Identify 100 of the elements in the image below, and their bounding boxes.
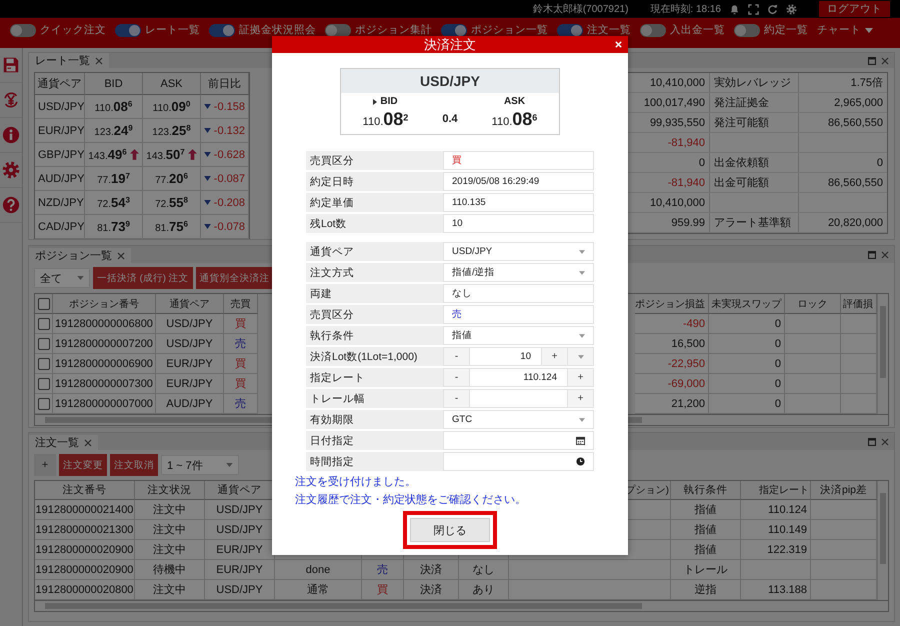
toggle-switch[interactable] xyxy=(10,24,36,36)
table-cell: 0 xyxy=(799,153,887,173)
close-button[interactable]: 閉じる xyxy=(410,518,490,542)
scrollbar[interactable] xyxy=(877,481,888,600)
table-cell xyxy=(785,394,841,414)
maximize-icon[interactable] xyxy=(868,438,876,446)
checkbox[interactable] xyxy=(38,318,50,330)
calendar-icon[interactable] xyxy=(576,436,585,445)
column-header: BID xyxy=(85,73,143,95)
table-cell: 注文中 xyxy=(135,500,205,520)
toggle-switch[interactable] xyxy=(640,24,666,36)
table-cell: 86,560,550 xyxy=(799,113,887,133)
table-cell: USD/JPY xyxy=(35,95,85,119)
table-cell: 買 xyxy=(224,354,258,374)
save-icon[interactable] xyxy=(2,56,20,74)
panel-tab[interactable]: 注文一覧 xyxy=(29,435,98,450)
refresh-icon[interactable] xyxy=(767,4,778,14)
panel-tab[interactable]: ポジション一覧 xyxy=(29,248,131,263)
info-icon[interactable] xyxy=(2,126,20,144)
table-cell: 1912800000007200 xyxy=(53,334,156,354)
caret-icon xyxy=(77,276,84,280)
close-icon[interactable] xyxy=(84,438,92,446)
toggle-label: クイック注文 xyxy=(40,23,106,37)
toggle-switch[interactable] xyxy=(325,24,351,36)
scrollbar[interactable] xyxy=(877,294,888,414)
close-icon[interactable] xyxy=(95,56,103,64)
checkbox[interactable] xyxy=(38,358,50,370)
table-cell: 実効レバレッジ xyxy=(709,73,799,93)
close-icon[interactable] xyxy=(117,252,125,260)
yen-icon[interactable] xyxy=(2,91,20,109)
table-cell: 買 xyxy=(362,580,404,600)
dropdown[interactable]: GTC xyxy=(443,410,594,429)
close-icon[interactable] xyxy=(881,250,889,258)
field-value: 10 xyxy=(443,214,594,233)
toggle-label: 注文一覧 xyxy=(587,23,631,37)
filter-dropdown[interactable]: 全て xyxy=(34,268,90,288)
toggle-switch[interactable] xyxy=(115,24,141,36)
down-triangle-icon xyxy=(204,200,211,205)
scrollbar[interactable] xyxy=(34,600,889,612)
toggle-switch[interactable] xyxy=(209,24,235,36)
table-cell xyxy=(841,374,877,394)
logout-button[interactable]: ログアウト xyxy=(819,1,890,17)
table-cell xyxy=(785,374,841,394)
ask-rate: 77.20$^{6}$ xyxy=(155,171,188,186)
table-cell: NZD/JPY xyxy=(35,191,85,215)
bell-icon[interactable] xyxy=(729,4,740,14)
toggle-switch[interactable] xyxy=(734,24,760,36)
table-cell xyxy=(841,314,877,334)
bid-rate: 77.19$^{7}$ xyxy=(97,171,130,186)
close-icon[interactable] xyxy=(881,438,889,446)
table-cell: 買 xyxy=(224,314,258,334)
field-label: 売買区分 xyxy=(306,151,443,170)
table-cell: 1912800000020900 xyxy=(35,560,135,580)
table-cell: 注文中 xyxy=(135,580,205,600)
column-header: ポジション損益 xyxy=(635,294,709,314)
add-button[interactable]: + xyxy=(34,454,56,476)
change-value: -0.158 xyxy=(214,100,245,112)
table-cell: EUR/JPY xyxy=(205,560,275,580)
table-cell: 122.319 xyxy=(741,540,811,560)
column-header: 売買 xyxy=(224,294,258,314)
close-icon[interactable] xyxy=(881,56,889,64)
clock-icon[interactable] xyxy=(576,457,585,466)
column-header: 執行条件 xyxy=(671,481,741,500)
settings-icon[interactable] xyxy=(2,161,20,179)
field-label: 決済Lot数(1Lot=1,000) xyxy=(306,347,443,366)
time-field[interactable] xyxy=(443,452,594,471)
field-value: 買 xyxy=(443,151,594,170)
table-cell: USD/JPY xyxy=(205,520,275,540)
table-cell: 指値 xyxy=(671,500,741,520)
dropdown[interactable]: 指値 xyxy=(443,326,594,345)
field-value: 売 xyxy=(443,305,594,324)
table-cell xyxy=(811,560,877,580)
table-cell: GBP/JPY xyxy=(35,143,85,167)
table-cell: 1912800000021400 xyxy=(35,500,135,520)
checkbox[interactable] xyxy=(38,338,50,350)
maximize-icon[interactable] xyxy=(868,56,876,64)
dropdown[interactable]: USD/JPY xyxy=(443,242,594,261)
fullscreen-icon[interactable] xyxy=(748,4,759,14)
dropdown[interactable]: 指値/逆指 xyxy=(443,263,594,282)
down-triangle-icon xyxy=(204,128,211,133)
checkbox[interactable] xyxy=(38,398,50,410)
field-label: 指定レート xyxy=(306,368,443,387)
toggle-switch[interactable] xyxy=(557,24,583,36)
table-cell: USD/JPY xyxy=(156,314,224,334)
help-icon[interactable] xyxy=(2,196,20,214)
maximize-icon[interactable] xyxy=(868,250,876,258)
table-cell: 注文中 xyxy=(135,520,205,540)
caret-icon xyxy=(865,28,873,32)
panel-tab[interactable]: レート一覧 xyxy=(29,53,109,68)
checkbox[interactable] xyxy=(38,378,50,390)
table-cell: 売 xyxy=(224,334,258,354)
table-cell: 指値 xyxy=(671,540,741,560)
table-cell: 110.124 xyxy=(741,500,811,520)
column-header: ポジション番号 xyxy=(53,294,156,314)
range-dropdown[interactable]: 1 ~ 7件 xyxy=(161,455,239,475)
chart-menu[interactable]: チャート xyxy=(817,23,873,37)
ask-rate: 110.08$^{6}$ xyxy=(492,108,538,130)
toggle-switch[interactable] xyxy=(441,24,467,36)
date-field[interactable] xyxy=(443,431,594,450)
checkbox[interactable] xyxy=(38,298,50,310)
